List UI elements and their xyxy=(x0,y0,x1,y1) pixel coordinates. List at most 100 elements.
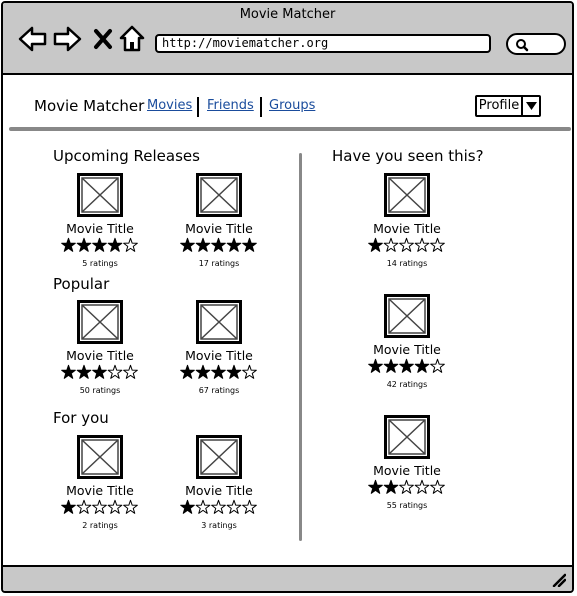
star-empty-icon[interactable] xyxy=(242,364,257,379)
star-filled-icon[interactable] xyxy=(180,364,195,379)
forward-arrow-icon[interactable] xyxy=(53,25,83,53)
movie-card[interactable]: Movie Title 55 ratings xyxy=(347,415,467,510)
star-empty-icon[interactable] xyxy=(226,499,242,514)
star-empty-icon[interactable] xyxy=(123,237,138,252)
movie-title[interactable]: Movie Title xyxy=(159,483,279,498)
movie-title[interactable]: Movie Title xyxy=(347,342,467,357)
nav-link-movies[interactable]: Movies xyxy=(147,98,192,113)
star-empty-icon[interactable] xyxy=(211,499,226,514)
star-empty-icon[interactable] xyxy=(123,364,138,379)
star-rating[interactable] xyxy=(61,499,139,515)
star-filled-icon[interactable] xyxy=(76,364,92,379)
star-empty-icon[interactable] xyxy=(107,364,123,379)
home-icon[interactable] xyxy=(119,25,145,53)
star-empty-icon[interactable] xyxy=(107,499,123,514)
star-filled-icon[interactable] xyxy=(226,237,242,252)
ratings-count: 55 ratings xyxy=(386,501,428,510)
star-filled-icon[interactable] xyxy=(76,237,92,252)
movie-title[interactable]: Movie Title xyxy=(159,348,279,363)
star-filled-icon[interactable] xyxy=(180,237,195,252)
star-empty-icon[interactable] xyxy=(123,499,138,514)
star-rating[interactable] xyxy=(368,479,446,495)
star-empty-icon[interactable] xyxy=(414,237,430,252)
resize-grip-icon[interactable] xyxy=(552,573,566,587)
star-rating[interactable] xyxy=(180,364,258,380)
star-filled-icon[interactable] xyxy=(107,237,123,252)
profile-dropdown[interactable]: Profile xyxy=(475,95,541,117)
nav-link-friends[interactable]: Friends xyxy=(207,98,254,113)
nav-link-groups[interactable]: Groups xyxy=(269,98,315,113)
movie-card[interactable]: Movie Title 67 ratings xyxy=(159,300,279,395)
movie-title[interactable]: Movie Title xyxy=(40,483,160,498)
star-empty-icon[interactable] xyxy=(76,499,92,514)
stop-x-icon[interactable] xyxy=(93,28,113,50)
star-filled-icon[interactable] xyxy=(368,237,383,252)
column-divider xyxy=(299,153,302,541)
star-filled-icon[interactable] xyxy=(383,479,399,494)
star-empty-icon[interactable] xyxy=(242,499,257,514)
movie-title[interactable]: Movie Title xyxy=(347,221,467,236)
ratings-count: 2 ratings xyxy=(82,521,118,530)
star-filled-icon[interactable] xyxy=(226,364,242,379)
star-filled-icon[interactable] xyxy=(368,358,383,373)
image-placeholder-icon[interactable] xyxy=(384,415,430,459)
star-filled-icon[interactable] xyxy=(195,364,211,379)
star-filled-icon[interactable] xyxy=(92,237,107,252)
ratings-count: 3 ratings xyxy=(201,521,237,530)
star-filled-icon[interactable] xyxy=(242,237,257,252)
star-filled-icon[interactable] xyxy=(195,237,211,252)
star-filled-icon[interactable] xyxy=(61,364,76,379)
movie-card[interactable]: Movie Title 14 ratings xyxy=(347,173,467,268)
movie-card[interactable]: Movie Title 50 ratings xyxy=(40,300,160,395)
star-filled-icon[interactable] xyxy=(414,358,430,373)
movie-title[interactable]: Movie Title xyxy=(40,348,160,363)
star-empty-icon[interactable] xyxy=(92,499,107,514)
star-empty-icon[interactable] xyxy=(430,358,445,373)
star-filled-icon[interactable] xyxy=(61,499,76,514)
movie-card[interactable]: Movie Title 5 ratings xyxy=(40,173,160,268)
star-empty-icon[interactable] xyxy=(399,237,414,252)
movie-title[interactable]: Movie Title xyxy=(159,221,279,236)
back-arrow-icon[interactable] xyxy=(17,25,47,53)
star-empty-icon[interactable] xyxy=(430,479,445,494)
movie-title[interactable]: Movie Title xyxy=(347,463,467,478)
profile-label: Profile xyxy=(477,97,523,115)
ratings-count: 17 ratings xyxy=(198,259,240,268)
star-filled-icon[interactable] xyxy=(383,358,399,373)
movie-card[interactable]: Movie Title 3 ratings xyxy=(159,435,279,530)
star-filled-icon[interactable] xyxy=(211,237,226,252)
movie-card[interactable]: Movie Title 17 ratings xyxy=(159,173,279,268)
image-placeholder-icon[interactable] xyxy=(384,173,430,217)
star-rating[interactable] xyxy=(368,237,446,253)
star-empty-icon[interactable] xyxy=(399,479,414,494)
url-field[interactable]: http://moviematcher.org xyxy=(155,34,491,53)
star-empty-icon[interactable] xyxy=(195,499,211,514)
image-placeholder-icon[interactable] xyxy=(384,294,430,338)
star-rating[interactable] xyxy=(180,499,258,515)
star-filled-icon[interactable] xyxy=(211,364,226,379)
star-filled-icon[interactable] xyxy=(180,499,195,514)
image-placeholder-icon[interactable] xyxy=(77,300,123,344)
image-placeholder-icon[interactable] xyxy=(77,435,123,479)
movie-card[interactable]: Movie Title 2 ratings xyxy=(40,435,160,530)
star-filled-icon[interactable] xyxy=(61,237,76,252)
star-rating[interactable] xyxy=(61,237,139,253)
star-empty-icon[interactable] xyxy=(383,237,399,252)
browser-search-field[interactable] xyxy=(506,33,566,55)
movie-title[interactable]: Movie Title xyxy=(40,221,160,236)
star-empty-icon[interactable] xyxy=(414,479,430,494)
star-rating[interactable] xyxy=(61,364,139,380)
image-placeholder-icon[interactable] xyxy=(196,435,242,479)
star-filled-icon[interactable] xyxy=(368,479,383,494)
image-placeholder-icon[interactable] xyxy=(77,173,123,217)
section-title-for-you: For you xyxy=(53,409,109,427)
star-filled-icon[interactable] xyxy=(92,364,107,379)
star-filled-icon[interactable] xyxy=(399,358,414,373)
image-placeholder-icon[interactable] xyxy=(196,300,242,344)
image-placeholder-icon[interactable] xyxy=(196,173,242,217)
star-rating[interactable] xyxy=(368,358,446,374)
star-rating[interactable] xyxy=(180,237,258,253)
star-empty-icon[interactable] xyxy=(430,237,445,252)
status-bar xyxy=(3,565,572,591)
movie-card[interactable]: Movie Title 42 ratings xyxy=(347,294,467,389)
